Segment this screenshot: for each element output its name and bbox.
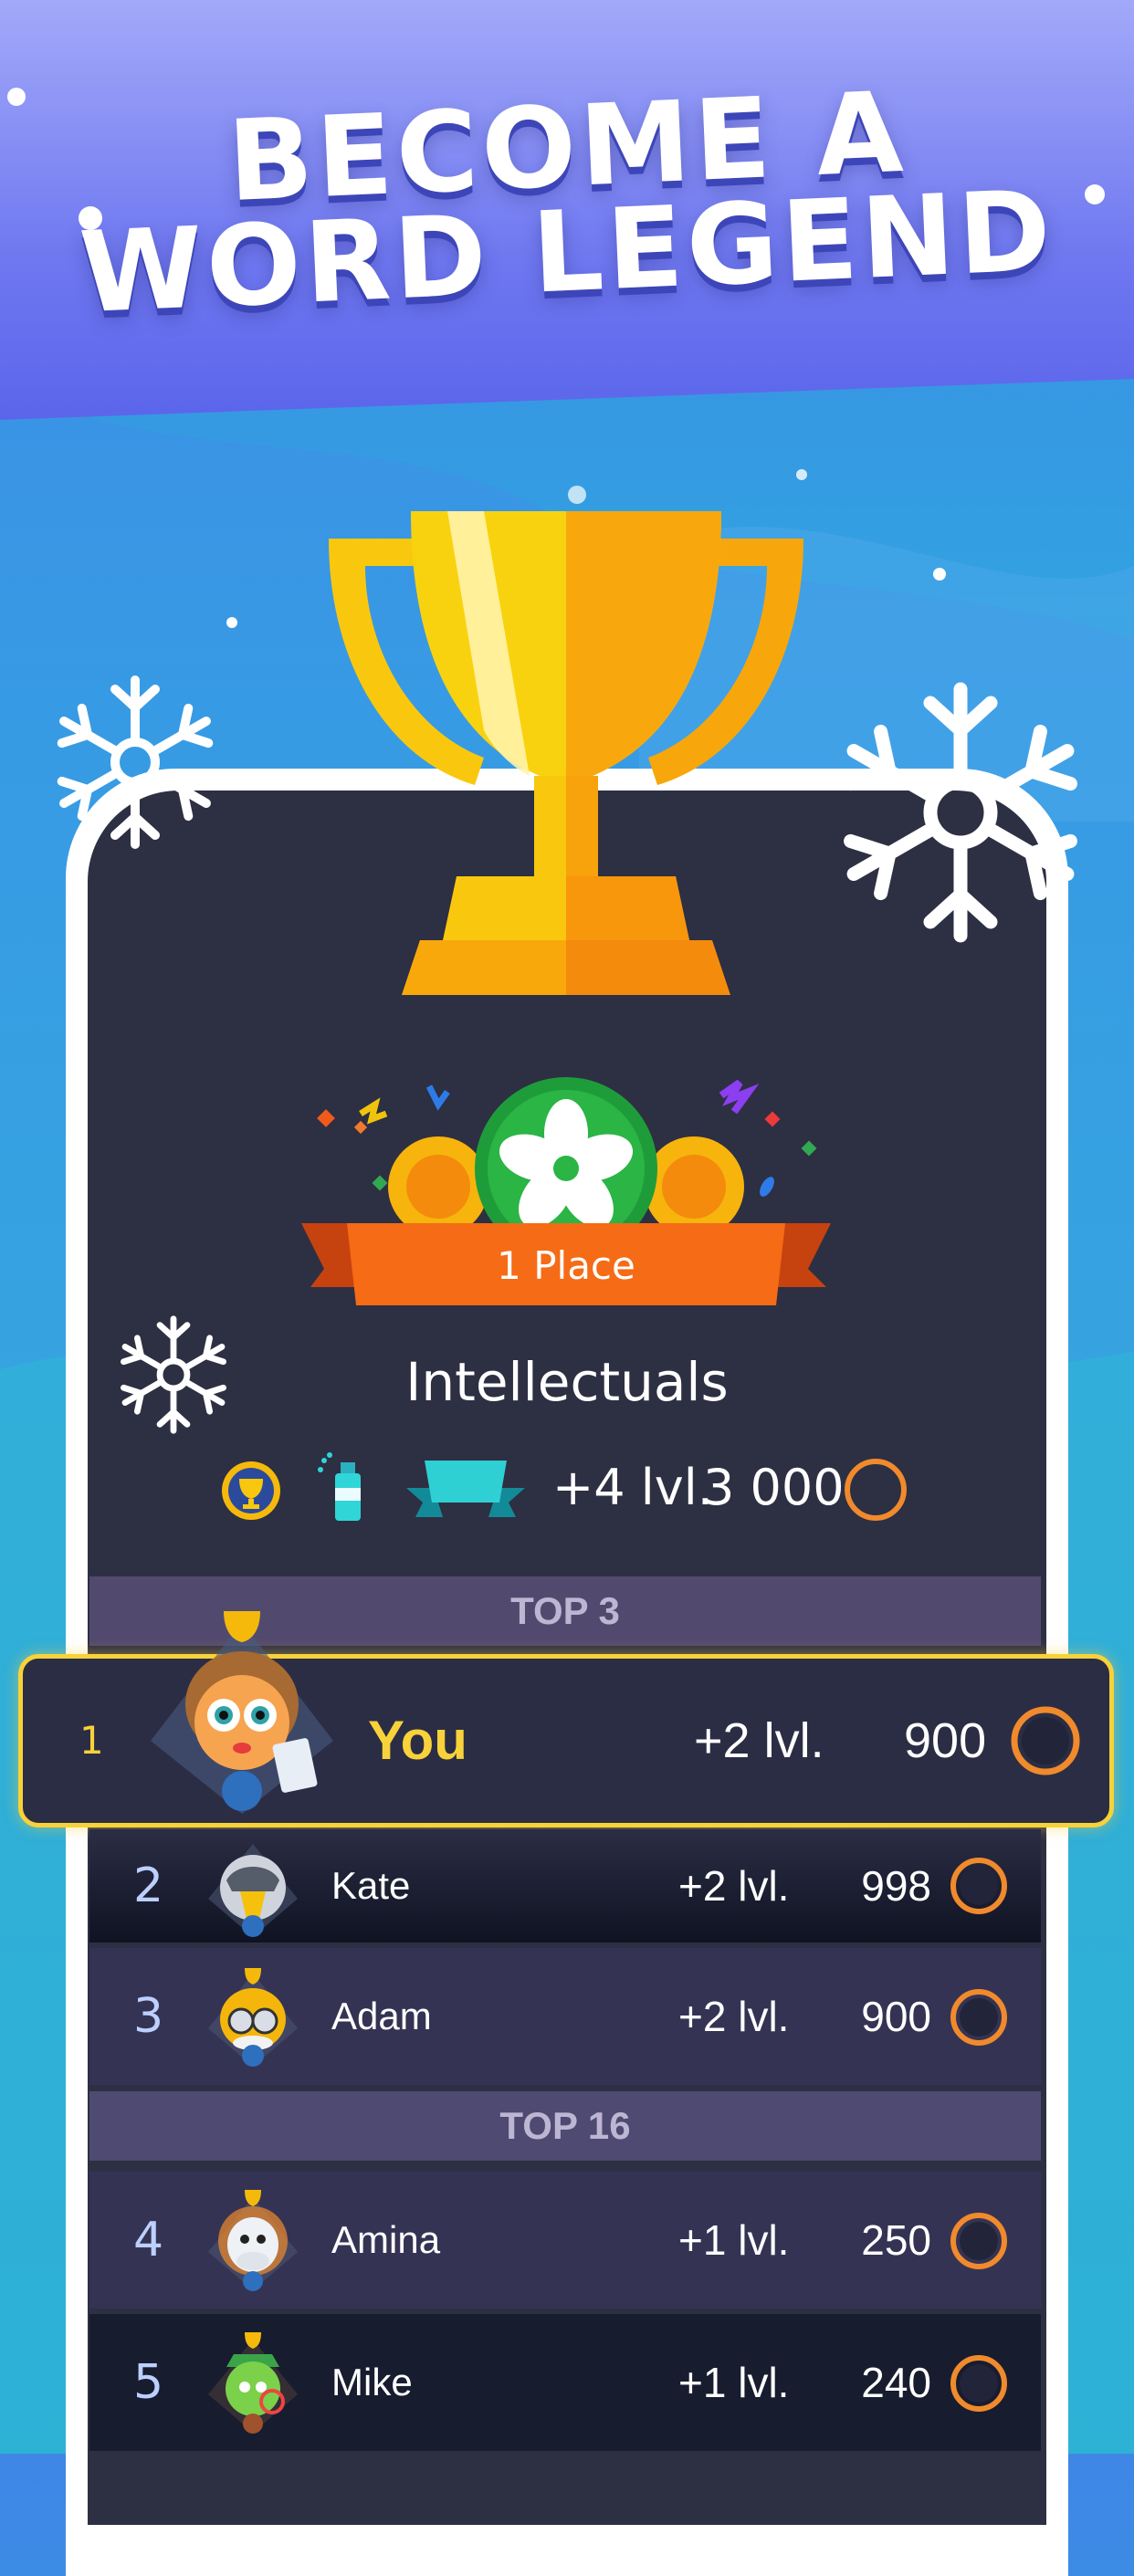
sparkle-dot bbox=[1085, 184, 1105, 204]
player-score: 998 bbox=[861, 1862, 931, 1910]
player-level: +2 lvl. bbox=[678, 1862, 790, 1910]
avatar bbox=[208, 1844, 298, 1937]
leaderboard-row[interactable]: 3 Adam +2 lvl. 900 bbox=[89, 1948, 1041, 2085]
leaderboard-row-you[interactable]: 1 You +2 lvl. 900 bbox=[18, 1611, 1114, 1827]
player-name: Kate bbox=[331, 1864, 411, 1907]
player-name: You bbox=[368, 1710, 467, 1771]
rank-number: 5 bbox=[133, 2355, 164, 2410]
coin-icon bbox=[1011, 1706, 1080, 1775]
avatar bbox=[208, 2332, 298, 2434]
player-level: +1 lvl. bbox=[678, 2359, 790, 2406]
avatar bbox=[208, 2190, 298, 2291]
snowflake-icon bbox=[44, 675, 226, 853]
avatar bbox=[151, 1611, 333, 1814]
group-name: Intellectuals bbox=[405, 1351, 729, 1413]
snowflake-icon bbox=[824, 682, 1097, 949]
player-score: 250 bbox=[861, 2216, 931, 2264]
player-name: Adam bbox=[331, 1995, 432, 2037]
player-level: +2 lvl. bbox=[694, 1713, 824, 1768]
player-score: 900 bbox=[904, 1713, 987, 1768]
trophy-icon bbox=[329, 511, 803, 995]
cup-medal-icon bbox=[222, 1461, 280, 1520]
rewards-row: +4 lvl. 3 000 bbox=[210, 1451, 940, 1524]
coin-icon bbox=[845, 1459, 907, 1521]
reward-level: +4 lvl. bbox=[552, 1459, 713, 1516]
coin-icon bbox=[950, 1858, 1007, 1914]
rank-number: 1 bbox=[79, 1718, 104, 1763]
leaderboard-row[interactable]: 5 Mike +1 lvl. 240 bbox=[89, 2314, 1041, 2451]
avatar bbox=[208, 1968, 298, 2067]
sparkle-dot bbox=[79, 206, 102, 230]
leaderboard-row[interactable]: 2 Kate +2 lvl. 998 bbox=[89, 1829, 1041, 1942]
coin-icon bbox=[950, 1989, 1007, 2046]
rank-number: 3 bbox=[133, 1989, 164, 2044]
leaderboard-row[interactable]: 4 Amina +1 lvl. 250 bbox=[89, 2172, 1041, 2309]
ribbon-icon bbox=[406, 1461, 525, 1517]
sparkle-dot bbox=[226, 617, 237, 628]
coin-icon bbox=[950, 2213, 1007, 2269]
section-header-top16: TOP 16 bbox=[89, 2091, 1041, 2161]
rank-number: 2 bbox=[133, 1859, 164, 1913]
player-level: +1 lvl. bbox=[678, 2216, 790, 2264]
player-score: 900 bbox=[861, 1993, 931, 2040]
sparkle-dot bbox=[933, 568, 946, 581]
rank-number: 4 bbox=[133, 2213, 164, 2267]
player-name: Amina bbox=[331, 2218, 441, 2261]
coin-icon bbox=[950, 2355, 1007, 2412]
player-level: +2 lvl. bbox=[678, 1993, 790, 2040]
sparkle-dot bbox=[7, 88, 26, 106]
sparkle-dot bbox=[796, 469, 807, 480]
spray-icon bbox=[318, 1452, 361, 1521]
sparkle-dot bbox=[568, 486, 586, 504]
player-name: Mike bbox=[331, 2361, 413, 2403]
player-score: 240 bbox=[861, 2359, 931, 2406]
place-label: 1 Place bbox=[497, 1243, 635, 1288]
reward-coins: 3 000 bbox=[703, 1459, 845, 1516]
